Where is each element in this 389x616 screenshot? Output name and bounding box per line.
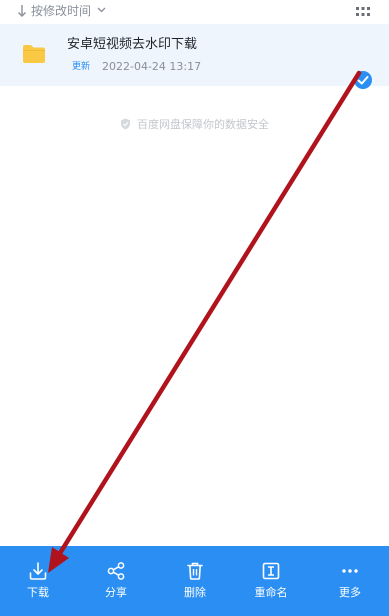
delete-button[interactable]: 删除 bbox=[165, 546, 225, 616]
arrow-down-icon[interactable] bbox=[17, 4, 27, 18]
share-icon bbox=[107, 562, 125, 580]
check-circle-icon[interactable] bbox=[353, 70, 373, 90]
delete-label: 删除 bbox=[184, 586, 206, 599]
bottom-toolbar: 下载 分享 删除 重命名 更多 bbox=[0, 546, 389, 616]
file-name: 安卓短视频去水印下载 bbox=[67, 37, 198, 52]
more-label: 更多 bbox=[339, 586, 361, 599]
sort-label[interactable]: 按修改时间 bbox=[31, 4, 91, 18]
grid-icon[interactable] bbox=[356, 7, 370, 17]
chevron-down-icon[interactable] bbox=[97, 7, 106, 13]
more-button[interactable]: 更多 bbox=[320, 546, 380, 616]
security-text: 百度网盘保障你的数据安全 bbox=[137, 117, 269, 131]
share-label: 分享 bbox=[105, 586, 127, 599]
annotation-arrow bbox=[48, 70, 362, 573]
rename-icon bbox=[262, 562, 280, 580]
file-date: 2022-04-24 13:17 bbox=[102, 60, 202, 73]
more-icon bbox=[342, 569, 358, 573]
download-icon bbox=[29, 562, 47, 580]
file-list-screen: 按修改时间 安卓短视频去水印下载 更新 2022-04-24 13:17 百度网… bbox=[0, 0, 389, 616]
sort-bar[interactable]: 按修改时间 bbox=[0, 0, 389, 24]
rename-label: 重命名 bbox=[254, 586, 288, 599]
folder-icon bbox=[23, 45, 45, 63]
download-button[interactable]: 下载 bbox=[8, 546, 68, 616]
update-badge: 更新 bbox=[72, 62, 91, 72]
share-button[interactable]: 分享 bbox=[86, 546, 146, 616]
download-label: 下载 bbox=[27, 586, 49, 599]
file-row[interactable]: 安卓短视频去水印下载 更新 2022-04-24 13:17 bbox=[0, 24, 389, 89]
security-notice: 百度网盘保障你的数据安全 bbox=[120, 117, 269, 131]
rename-button[interactable]: 重命名 bbox=[241, 546, 301, 616]
trash-icon bbox=[187, 562, 203, 580]
shield-icon bbox=[121, 118, 130, 130]
